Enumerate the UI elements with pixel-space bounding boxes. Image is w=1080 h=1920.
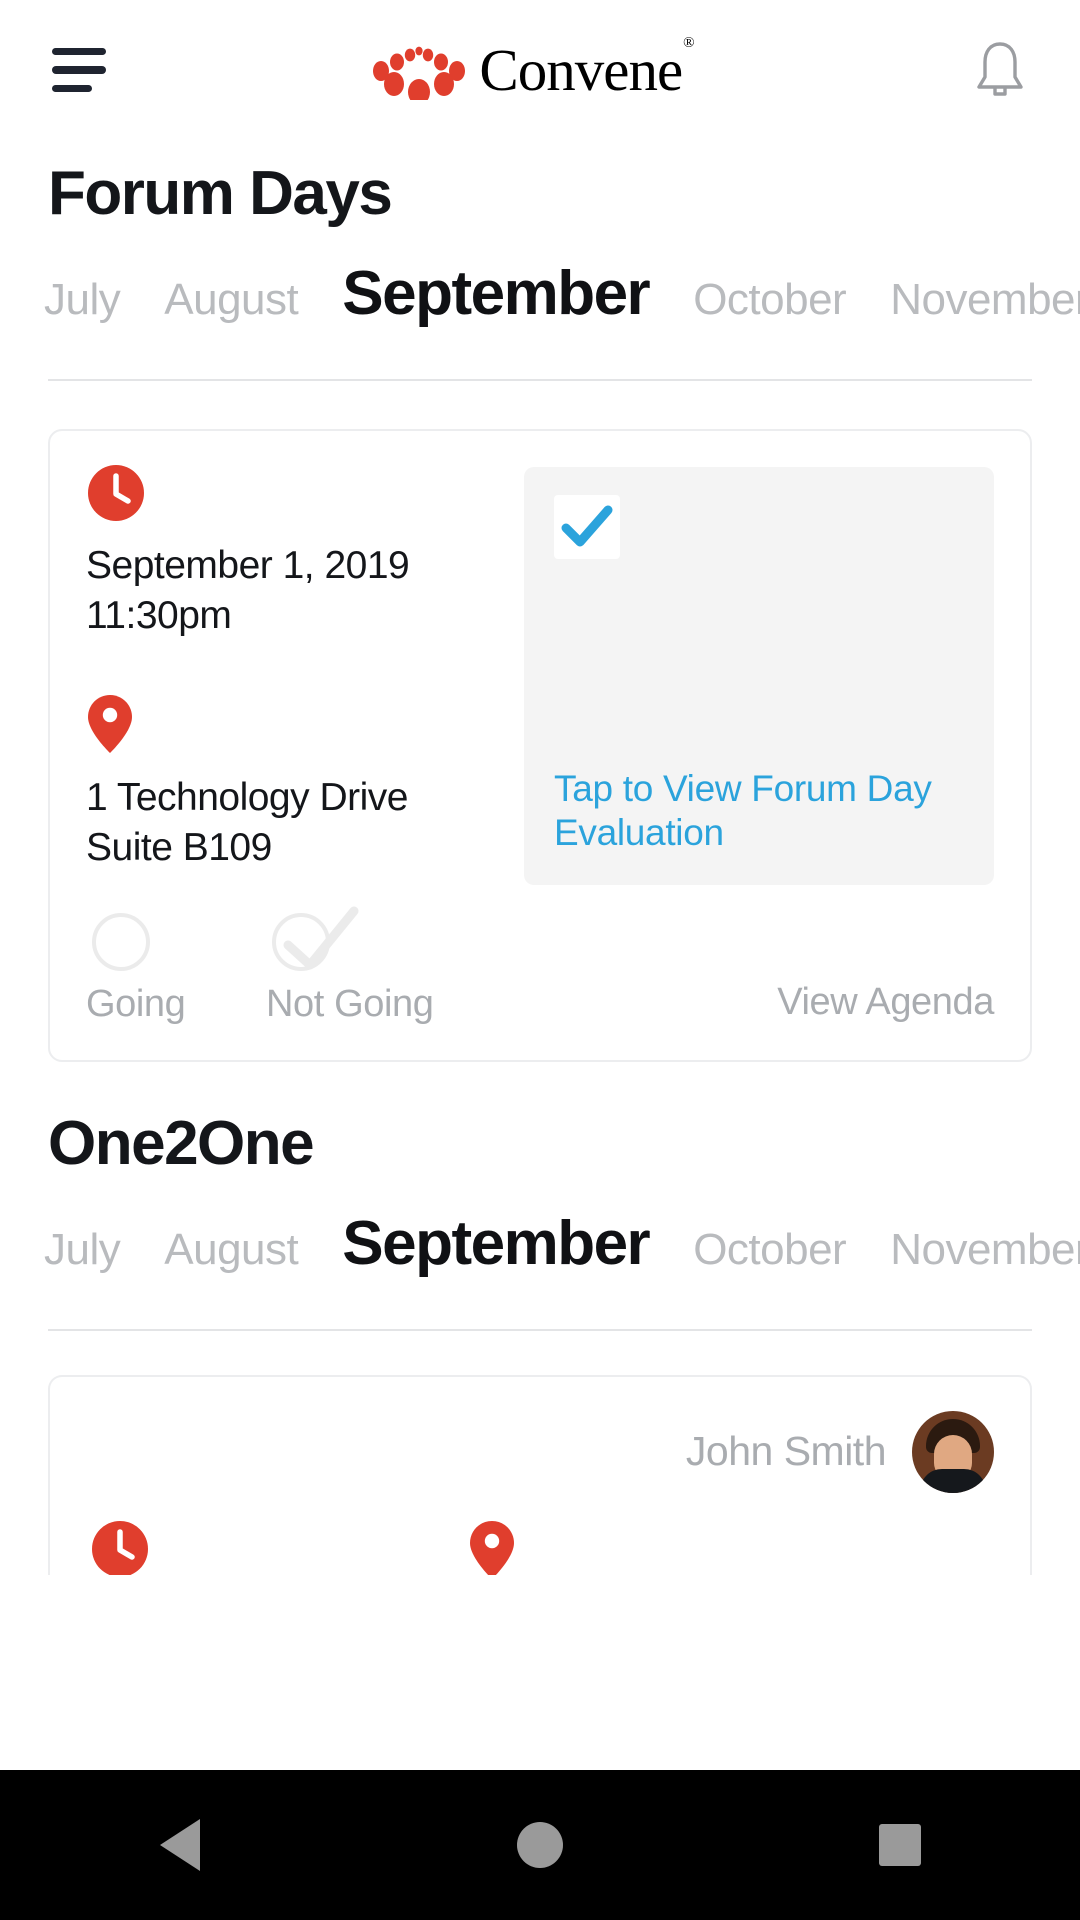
- forum-days-title: Forum Days: [48, 159, 393, 228]
- forum-day-card[interactable]: September 1, 2019 11:30pm 1 Technology Dr…: [48, 429, 1032, 1062]
- hamburger-bar: [52, 84, 92, 92]
- event-address: 1 Technology Drive Suite B109: [86, 773, 506, 873]
- user-avatar: [912, 1410, 994, 1493]
- event-date: September 1, 2019: [86, 544, 410, 587]
- app-header: Convene®: [0, 0, 1080, 140]
- not-going-radio[interactable]: [272, 906, 359, 971]
- address-line-2: Suite B109: [86, 825, 272, 869]
- one2one-card[interactable]: John Smith: [48, 1374, 1032, 1575]
- forum-day-details: September 1, 2019 11:30pm 1 Technology Dr…: [86, 463, 506, 885]
- brand-name-text: Convene: [479, 36, 683, 103]
- o2o-month-tab-august[interactable]: August: [164, 1227, 298, 1272]
- hamburger-bar: [52, 48, 106, 56]
- going-label: Going: [86, 982, 186, 1025]
- month-tab-july[interactable]: July: [44, 278, 121, 322]
- o2o-month-tab-september[interactable]: September: [342, 1213, 650, 1275]
- clock-icon: [88, 465, 144, 521]
- back-triangle-icon: [160, 1819, 200, 1871]
- month-tab-august[interactable]: August: [164, 278, 298, 322]
- forum-day-card-body: September 1, 2019 11:30pm 1 Technology Dr…: [50, 431, 1030, 885]
- brand-trademark: ®: [683, 34, 694, 51]
- forum-days-month-strip[interactable]: July August September October November: [0, 263, 1080, 371]
- one2one-title: One2One: [48, 1108, 315, 1178]
- month-tab-list: July August September October November: [0, 1213, 1080, 1321]
- address-line-1: 1 Technology Drive: [86, 775, 408, 819]
- hamburger-menu-icon[interactable]: [52, 48, 106, 92]
- o2o-month-tab-july[interactable]: July: [44, 1227, 121, 1272]
- month-tab-november[interactable]: November: [890, 278, 1080, 322]
- month-strip-divider: [48, 379, 1032, 381]
- location-pin-icon: [88, 694, 132, 753]
- nav-back-button[interactable]: [120, 1800, 240, 1890]
- month-tab-october[interactable]: October: [693, 278, 847, 322]
- recents-square-icon: [879, 1824, 921, 1866]
- nav-recents-button[interactable]: [840, 1800, 960, 1890]
- convene-dots-logo-icon: [373, 46, 466, 100]
- nav-home-button[interactable]: [480, 1800, 600, 1890]
- datetime-block: September 1, 2019 11:30pm: [86, 463, 506, 641]
- view-agenda-button[interactable]: View Agenda: [777, 981, 994, 1026]
- one2one-icon-row: [86, 1519, 994, 1575]
- avatar-body: [920, 1468, 986, 1493]
- brand-wordmark: Convene®: [479, 35, 694, 100]
- evaluation-link-text[interactable]: Tap to View Forum Day Evaluation: [554, 767, 964, 854]
- checkmark-icon: [283, 906, 359, 970]
- rsvp-not-going-option[interactable]: Not Going: [266, 906, 446, 1026]
- app-logo: Convene®: [373, 35, 695, 100]
- location-block: 1 Technology Drive Suite B109: [86, 693, 506, 873]
- checkmark-icon: [561, 505, 613, 547]
- rsvp-row: Going Not Going View Agenda: [50, 885, 1030, 1060]
- home-circle-icon: [517, 1822, 563, 1868]
- event-datetime: September 1, 2019 11:30pm: [86, 541, 506, 641]
- event-time: 11:30pm: [86, 593, 232, 637]
- month-strip-divider: [48, 1328, 1032, 1331]
- android-navigation-bar: [0, 1770, 1080, 1920]
- o2o-month-tab-october[interactable]: October: [693, 1227, 847, 1272]
- one2one-month-strip[interactable]: July August September October November: [0, 1213, 1080, 1321]
- evaluation-check-box: [554, 495, 620, 559]
- month-tab-list: July August September October November: [0, 263, 1080, 371]
- bell-icon[interactable]: [972, 39, 1028, 101]
- forum-day-evaluation-panel[interactable]: Tap to View Forum Day Evaluation: [524, 467, 994, 885]
- icon-row-spacer: [150, 1519, 468, 1575]
- location-pin-icon: [470, 1520, 514, 1575]
- month-tab-september[interactable]: September: [342, 263, 650, 325]
- one2one-person-name: John Smith: [685, 1428, 887, 1475]
- going-radio[interactable]: [92, 912, 150, 971]
- rsvp-going-option[interactable]: Going: [86, 912, 266, 1026]
- o2o-month-tab-november[interactable]: November: [890, 1227, 1080, 1272]
- one2one-person: John Smith: [86, 1410, 994, 1493]
- hamburger-bar: [52, 66, 106, 74]
- clock-icon: [92, 1520, 148, 1575]
- not-going-label: Not Going: [266, 982, 434, 1025]
